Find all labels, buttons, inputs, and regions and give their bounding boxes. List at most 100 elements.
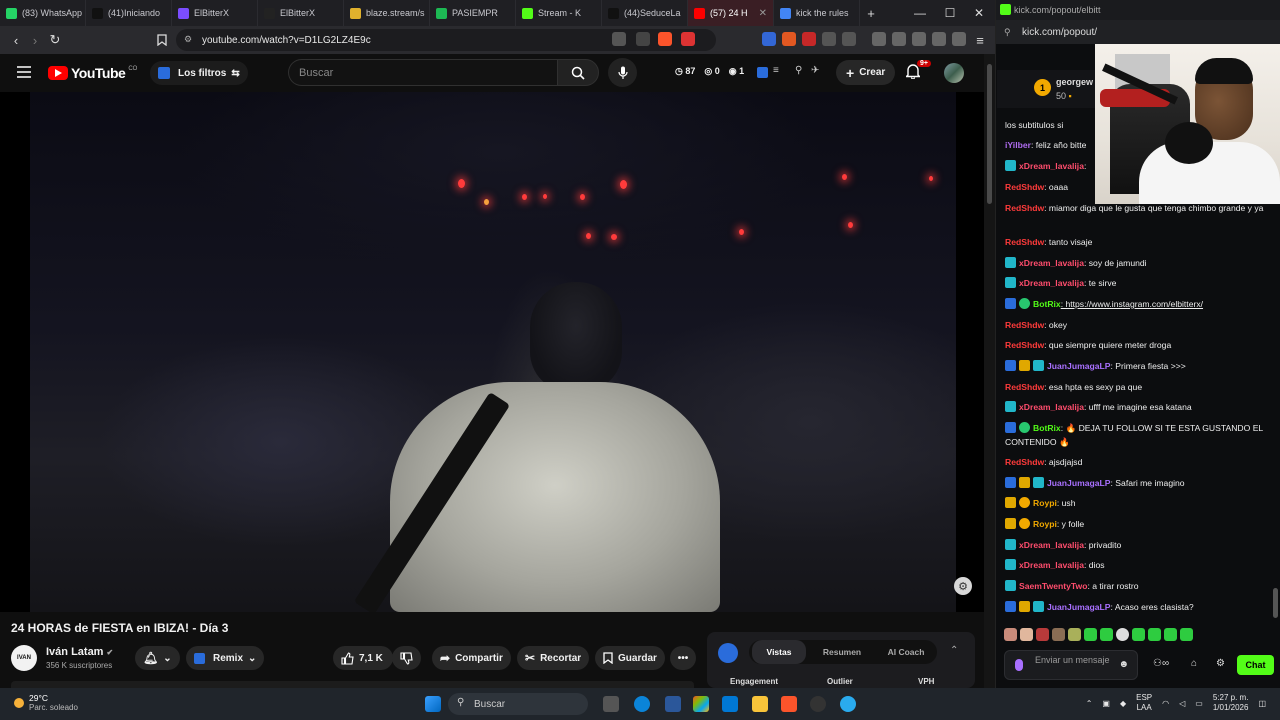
share-icon[interactable] — [636, 32, 650, 46]
tray-icon[interactable]: ▣ — [1102, 699, 1110, 708]
new-tab-button[interactable]: + — [860, 6, 882, 21]
chat-username[interactable]: RedShdw — [1005, 203, 1044, 213]
telegram-icon[interactable] — [840, 696, 856, 712]
emote-icon[interactable] — [1036, 628, 1049, 641]
clip-button[interactable]: ✂ Recortar — [517, 646, 590, 670]
emote-icon[interactable] — [1180, 628, 1193, 641]
emote-icon[interactable] — [1148, 628, 1161, 641]
create-button[interactable]: + Crear — [836, 60, 896, 85]
battery-icon[interactable]: ▭ — [1195, 699, 1203, 708]
chat-username[interactable]: RedShdw — [1005, 182, 1044, 192]
channel-name[interactable]: Iván Latam ✔ — [46, 646, 113, 658]
taskbar-search[interactable]: ⚲ Buscar — [448, 693, 588, 715]
tab-ai-coach[interactable]: AI Coach — [879, 640, 933, 664]
chat-username[interactable]: BotRix — [1033, 299, 1061, 309]
brave-rewards-icon[interactable] — [681, 32, 695, 46]
app-icon[interactable] — [665, 696, 681, 712]
volume-icon[interactable]: ◁ — [1179, 699, 1185, 708]
video-extension-icon[interactable]: ⚙ — [954, 577, 972, 595]
share-button[interactable]: ➦ Compartir — [432, 646, 511, 670]
youtube-logo[interactable]: YouTube CO — [48, 65, 137, 81]
microphone-icon[interactable] — [1015, 659, 1023, 671]
emote-icon[interactable] — [1116, 628, 1129, 641]
browser-tab[interactable]: (83) WhatsApp — [0, 0, 86, 26]
chat-username[interactable]: JuanJumagaLP — [1047, 478, 1111, 488]
scrollbar-thumb[interactable] — [987, 64, 992, 204]
emoji-icon[interactable]: ☻ — [1118, 659, 1129, 670]
leo-icon[interactable] — [932, 32, 946, 46]
browser-tab[interactable]: (41)Iniciando — [86, 0, 172, 26]
maximize-button[interactable]: ☐ — [935, 0, 965, 26]
collapse-icon[interactable]: ⌃ — [950, 645, 958, 656]
settings-icon[interactable]: ⚙ — [1216, 658, 1225, 669]
browser-tab[interactable]: PASIEMPR — [430, 0, 516, 26]
puzzle-icon[interactable] — [822, 32, 836, 46]
obs-icon[interactable] — [810, 696, 826, 712]
search-input[interactable]: Buscar — [288, 59, 558, 86]
browser-tab[interactable]: ElBitterX — [258, 0, 344, 26]
close-window-button[interactable]: ✕ — [964, 0, 994, 26]
pin-icon[interactable]: ⚲ — [795, 65, 802, 76]
weather-widget[interactable]: 29°C Parc. soleado — [14, 693, 78, 712]
browser-tab[interactable]: (57) 24 H ✕ — [688, 0, 774, 26]
minimize-button[interactable]: — — [905, 0, 935, 26]
browser-tab[interactable]: blaze.stream/s — [344, 0, 430, 26]
vpn-icon[interactable] — [952, 32, 966, 46]
chat-username[interactable]: xDream_lavalija — [1019, 161, 1084, 171]
kick-url-bar[interactable]: ⚲ kick.com/popout/ — [996, 20, 1280, 44]
notification-center-icon[interactable]: ◫ — [1258, 699, 1266, 708]
sidebar-icon[interactable] — [892, 32, 906, 46]
bookmark-icon[interactable] — [152, 30, 172, 50]
emote-icon[interactable] — [1164, 628, 1177, 641]
dislike-button[interactable] — [392, 646, 421, 670]
browser-tab[interactable]: (44)SeduceLa — [602, 0, 688, 26]
edge-icon[interactable] — [634, 696, 650, 712]
chat-input[interactable]: Enviar un mensaje ☻ — [1004, 650, 1138, 680]
chat-username[interactable]: JuanJumagaLP — [1047, 602, 1111, 612]
users-icon[interactable]: ⚇∞ — [1153, 658, 1169, 669]
chat-username[interactable]: SaemTwentyTwo — [1019, 581, 1087, 591]
browser-tab[interactable]: kick the rules — [774, 0, 860, 26]
clock[interactable]: 5:27 p. m. 1/01/2026 — [1213, 693, 1249, 713]
description-box[interactable] — [11, 681, 694, 688]
hamburger-menu-icon[interactable] — [17, 66, 31, 78]
chat-username[interactable]: Roypi — [1033, 498, 1057, 508]
emote-icon[interactable] — [1068, 628, 1081, 641]
url-field[interactable]: ⚙ youtube.com/watch?v=D1LG2LZ4E9c — [176, 29, 716, 51]
emote-icon[interactable] — [1084, 628, 1097, 641]
chat-username[interactable]: RedShdw — [1005, 320, 1044, 330]
remix-button[interactable]: Remix ⌄ — [186, 646, 265, 670]
emote-icon[interactable] — [1132, 628, 1145, 641]
store-icon[interactable]: ⌂ — [1191, 658, 1197, 669]
user-avatar[interactable] — [944, 63, 964, 83]
notifications-button[interactable]: 9+ — [906, 60, 931, 79]
extension-icon[interactable] — [842, 32, 856, 46]
chat-username[interactable]: Roypi — [1033, 519, 1057, 529]
brave-shield-icon[interactable] — [658, 32, 672, 46]
close-tab-icon[interactable]: ✕ — [759, 8, 767, 19]
like-button[interactable]: 7,1 K — [333, 646, 393, 670]
menu-icon[interactable]: ≡ — [970, 30, 990, 50]
wifi-icon[interactable]: ◠ — [1162, 699, 1169, 708]
search-button[interactable] — [557, 59, 599, 86]
reload-button[interactable]: ↻ — [45, 30, 65, 50]
subscribed-bell-button[interactable]: 🔔︎ ⌄ — [135, 646, 180, 670]
browser-tab[interactable]: ElBitterX — [172, 0, 258, 26]
emote-icon[interactable] — [1004, 628, 1017, 641]
emote-icon[interactable] — [1020, 628, 1033, 641]
chat-username[interactable]: xDream_lavalija — [1019, 402, 1084, 412]
windows-start-icon[interactable] — [425, 696, 441, 712]
site-info-icon[interactable]: ⚙ — [184, 34, 192, 45]
tab-vistas[interactable]: Vistas — [752, 640, 806, 664]
chat-username[interactable]: RedShdw — [1005, 382, 1044, 392]
page-scrollbar[interactable] — [984, 54, 995, 688]
translate-extension-icon[interactable] — [762, 32, 776, 46]
chat-username[interactable]: xDream_lavalija — [1019, 258, 1084, 268]
chat-username[interactable]: RedShdw — [1005, 457, 1044, 467]
chat-username[interactable]: JuanJumagaLP — [1047, 361, 1111, 371]
wallet-icon[interactable] — [912, 32, 926, 46]
chat-username[interactable]: xDream_lavalija — [1019, 560, 1084, 570]
forward-button[interactable]: › — [25, 30, 45, 50]
media-icon[interactable] — [872, 32, 886, 46]
tray-icon[interactable]: ◆ — [1120, 699, 1126, 708]
